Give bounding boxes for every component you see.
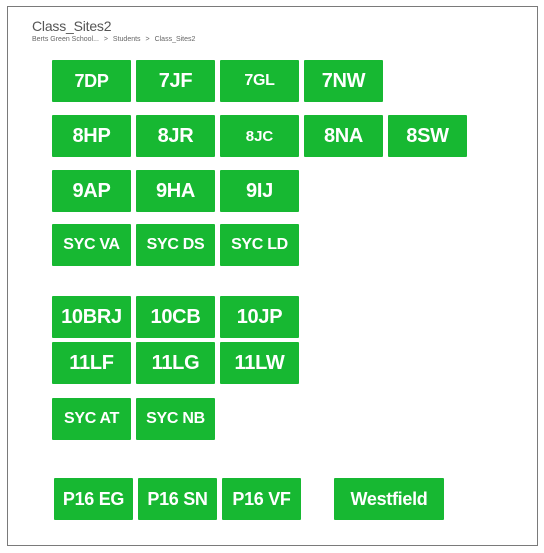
breadcrumb: Berts Green School... > Students > Class… [32,36,198,43]
tile-11lf[interactable]: 11LF [52,342,131,384]
tile-11lw[interactable]: 11LW [220,342,299,384]
tile-8hp[interactable]: 8HP [52,115,131,157]
tile-9ij[interactable]: 9IJ [220,170,299,212]
tile-p16-vf[interactable]: P16 VF [222,478,301,520]
tile-westfield[interactable]: Westfield [334,478,444,520]
tile-syc-at[interactable]: SYC AT [52,398,131,440]
tile-syc-ld[interactable]: SYC LD [220,224,299,266]
tile-p16-sn[interactable]: P16 SN [138,478,217,520]
tile-11lg[interactable]: 11LG [136,342,215,384]
tile-10cb[interactable]: 10CB [136,296,215,338]
breadcrumb-item-students[interactable]: Students [113,36,141,43]
breadcrumb-item-school[interactable]: Berts Green School... [32,36,99,43]
tile-syc-va[interactable]: SYC VA [52,224,131,266]
tile-syc-ds[interactable]: SYC DS [136,224,215,266]
tile-7dp[interactable]: 7DP [52,60,131,102]
tile-8na[interactable]: 8NA [304,115,383,157]
tile-7nw[interactable]: 7NW [304,60,383,102]
tile-8jr[interactable]: 8JR [136,115,215,157]
breadcrumb-item-current: Class_Sites2 [154,36,196,43]
tile-10jp[interactable]: 10JP [220,296,299,338]
tile-9ap[interactable]: 9AP [52,170,131,212]
breadcrumb-separator: > [145,36,150,43]
tile-10brj[interactable]: 10BRJ [52,296,131,338]
tile-9ha[interactable]: 9HA [136,170,215,212]
tile-p16-eg[interactable]: P16 EG [54,478,133,520]
tile-8sw[interactable]: 8SW [388,115,467,157]
tile-7gl[interactable]: 7GL [220,60,299,102]
page-title: Class_Sites2 [32,18,112,34]
breadcrumb-separator: > [103,36,108,43]
tile-syc-nb[interactable]: SYC NB [136,398,215,440]
tile-7jf[interactable]: 7JF [136,60,215,102]
tile-8jc[interactable]: 8JC [220,115,299,157]
